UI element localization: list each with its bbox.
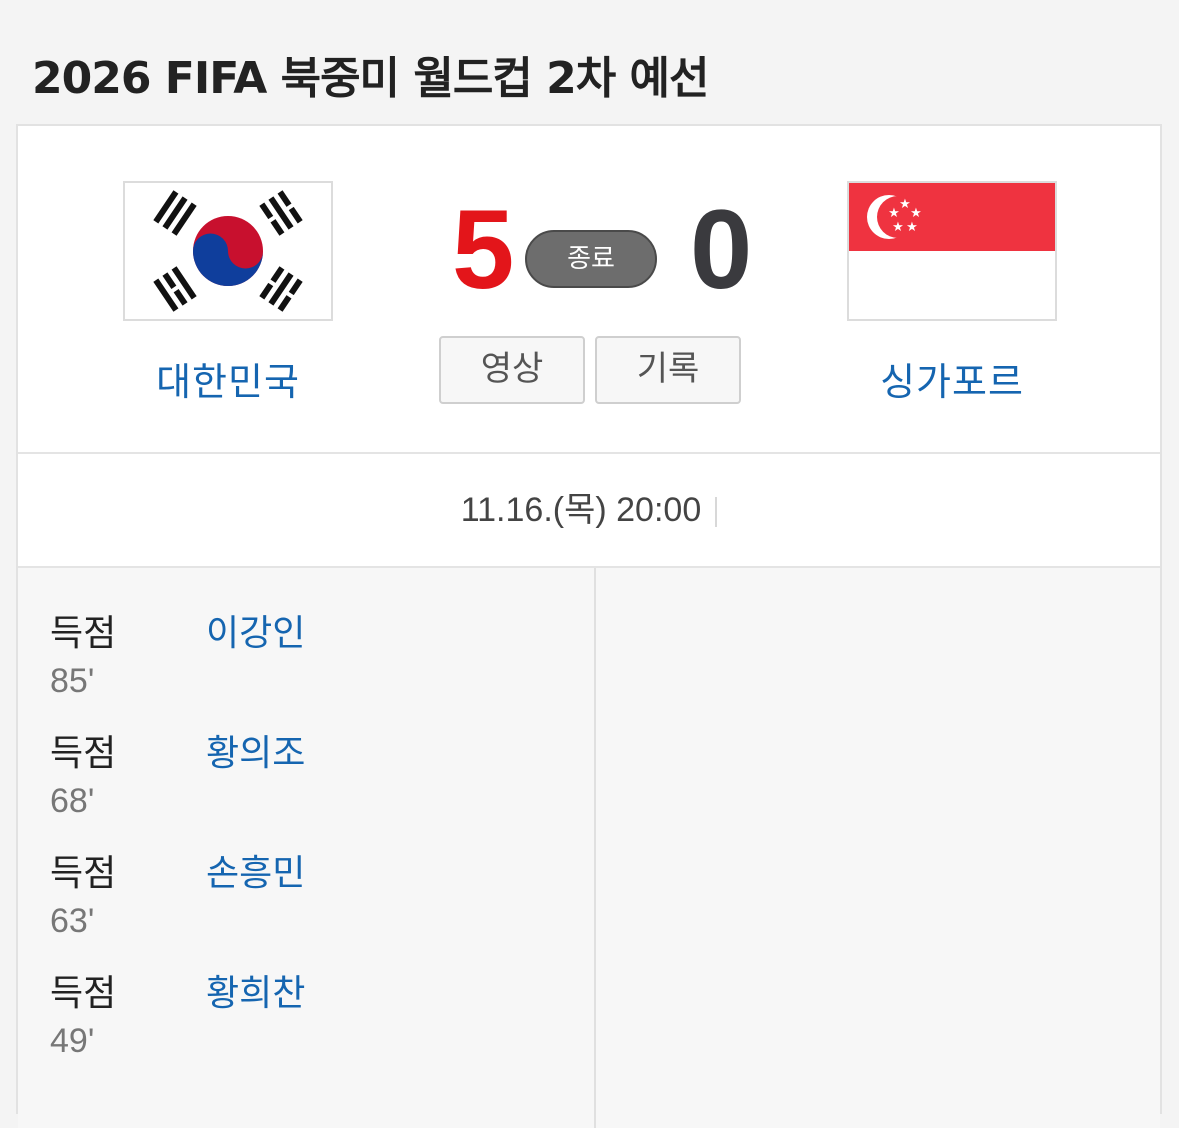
svg-text:★: ★ — [888, 206, 900, 221]
home-team-name[interactable]: 대한민국 — [123, 351, 333, 406]
match-datetime: 11.16.(목) 20:00 — [460, 491, 702, 529]
away-team-name[interactable]: 싱가포르 — [847, 351, 1057, 406]
scorer-link[interactable]: 황희찬 — [206, 964, 305, 1016]
scorer-link[interactable]: 손흥민 — [206, 844, 305, 896]
match-datetime-row: 11.16.(목) 20:00 — [18, 454, 1160, 566]
match-status-badge: 종료 — [525, 230, 657, 288]
south-korea-flag-icon — [123, 181, 333, 321]
svg-text:★: ★ — [899, 197, 911, 212]
goal-events: 득점 이강인 85' 득점 황의조 68' 득점 손흥민 63' 득점 황희찬 … — [18, 568, 1160, 1128]
away-goals-list — [596, 568, 1160, 1128]
event-type: 득점 — [50, 613, 117, 654]
svg-text:★: ★ — [906, 220, 918, 235]
event-minute: 68' — [50, 782, 95, 820]
event-type: 득점 — [50, 853, 117, 894]
event-minute: 63' — [50, 902, 95, 940]
record-button[interactable]: 기록 — [595, 336, 741, 404]
svg-text:★: ★ — [892, 220, 904, 235]
scorer-link[interactable]: 황의조 — [206, 724, 305, 776]
away-team[interactable]: ★ ★ ★ ★ ★ 싱가포르 — [847, 181, 1057, 406]
event-type: 득점 — [50, 733, 117, 774]
separator — [715, 497, 718, 528]
event-minute: 85' — [50, 662, 95, 700]
scoreboard: 대한민국 5 종료 0 영상 기록 ★ ★ ★ ★ ★ 싱가포르 — [18, 126, 1160, 454]
away-score: 0 — [690, 187, 753, 312]
event-minute: 49' — [50, 1022, 95, 1060]
home-goals-list: 득점 이강인 85' 득점 황의조 68' 득점 손흥민 63' 득점 황희찬 … — [18, 568, 596, 1128]
singapore-flag-icon: ★ ★ ★ ★ ★ — [847, 181, 1057, 321]
home-score: 5 — [452, 187, 515, 312]
match-card: 대한민국 5 종료 0 영상 기록 ★ ★ ★ ★ ★ 싱가포르 11.16.(… — [16, 124, 1162, 1128]
page-title: 2026 FIFA 북중미 월드컵 2차 예선 — [32, 53, 709, 104]
home-team[interactable]: 대한민국 — [123, 181, 333, 406]
video-button[interactable]: 영상 — [439, 336, 585, 404]
event-type: 득점 — [50, 973, 117, 1014]
scorer-link[interactable]: 이강인 — [206, 604, 305, 656]
svg-text:★: ★ — [910, 206, 922, 221]
